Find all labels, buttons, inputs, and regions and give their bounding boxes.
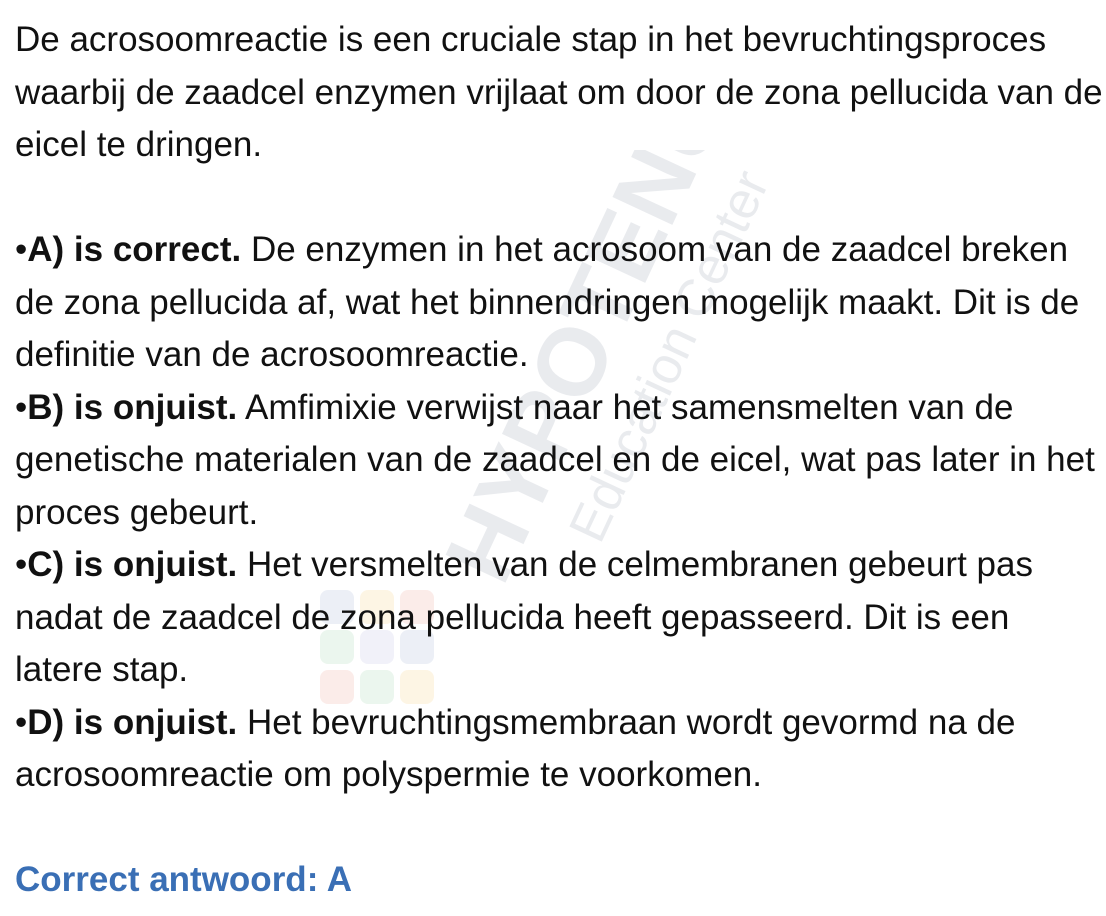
option-b: •B) is onjuist. Amfimixie verwijst naar …	[15, 382, 1103, 540]
option-d-label: D) is onjuist.	[27, 702, 238, 742]
option-b-label: B) is onjuist.	[27, 387, 238, 427]
bullet: •	[15, 230, 28, 269]
option-c-label: C) is onjuist.	[27, 545, 238, 584]
bullet: •	[15, 387, 28, 427]
option-a: •A) is correct. De enzymen in het acroso…	[15, 224, 1103, 382]
option-d: •D) is onjuist. Het bevruchtingsmembraan…	[15, 697, 1103, 802]
bullet: •	[15, 702, 28, 742]
bullet: •	[15, 545, 28, 584]
option-c: •C) is onjuist. Het versmelten van de ce…	[15, 539, 1103, 697]
option-a-label: A) is correct.	[27, 230, 242, 269]
correct-answer: Correct antwoord: A	[15, 860, 353, 899]
intro-paragraph: De acrosoomreactie is een cruciale stap …	[15, 20, 1103, 164]
explanation-body: De acrosoomreactie is een cruciale stap …	[0, 0, 1103, 907]
